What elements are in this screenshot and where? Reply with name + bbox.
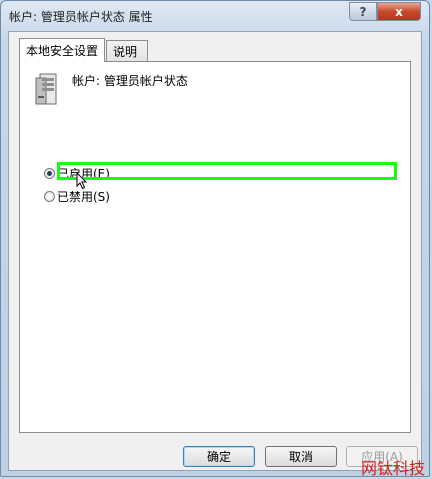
tab-panel: 帐户: 管理员帐户状态 已启用(E) 已禁用(S): [19, 61, 411, 433]
cancel-label: 取消: [288, 450, 313, 464]
close-button[interactable]: x: [377, 2, 421, 21]
tab-label: 说明: [113, 44, 138, 59]
tab-explain[interactable]: 说明: [106, 40, 148, 61]
tab-label: 本地安全设置: [26, 44, 99, 58]
policy-label: 帐户: 管理员帐户状态: [72, 74, 188, 88]
ok-button[interactable]: 确定: [183, 446, 255, 467]
close-icon: x: [395, 4, 403, 19]
tab-local-security-setting[interactable]: 本地安全设置: [19, 38, 106, 62]
help-icon: ?: [359, 4, 367, 19]
disabled-option[interactable]: 已禁用(S): [44, 188, 110, 205]
ok-label: 确定: [206, 450, 231, 464]
title-bar[interactable]: 帐户: 管理员帐户状态 属性 ? x: [1, 1, 429, 31]
enabled-radio[interactable]: [44, 168, 55, 179]
cancel-button[interactable]: 取消: [265, 446, 337, 467]
window-title: 帐户: 管理员帐户状态 属性: [9, 10, 153, 24]
disabled-label: 已禁用(S): [57, 190, 110, 204]
watermark: 网钛科技: [361, 459, 426, 478]
properties-dialog: 帐户: 管理员帐户状态 属性 ? x 本地安全设置 说明 帐户: 管理员帐户状态: [0, 0, 430, 477]
disabled-radio[interactable]: [44, 191, 55, 202]
server-icon: [35, 73, 57, 105]
dialog-body: 本地安全设置 说明 帐户: 管理员帐户状态 已启用(E) 已禁用(S) 确定 取…: [8, 31, 422, 471]
help-button[interactable]: ?: [349, 2, 377, 21]
mouse-cursor-icon: [76, 172, 88, 190]
